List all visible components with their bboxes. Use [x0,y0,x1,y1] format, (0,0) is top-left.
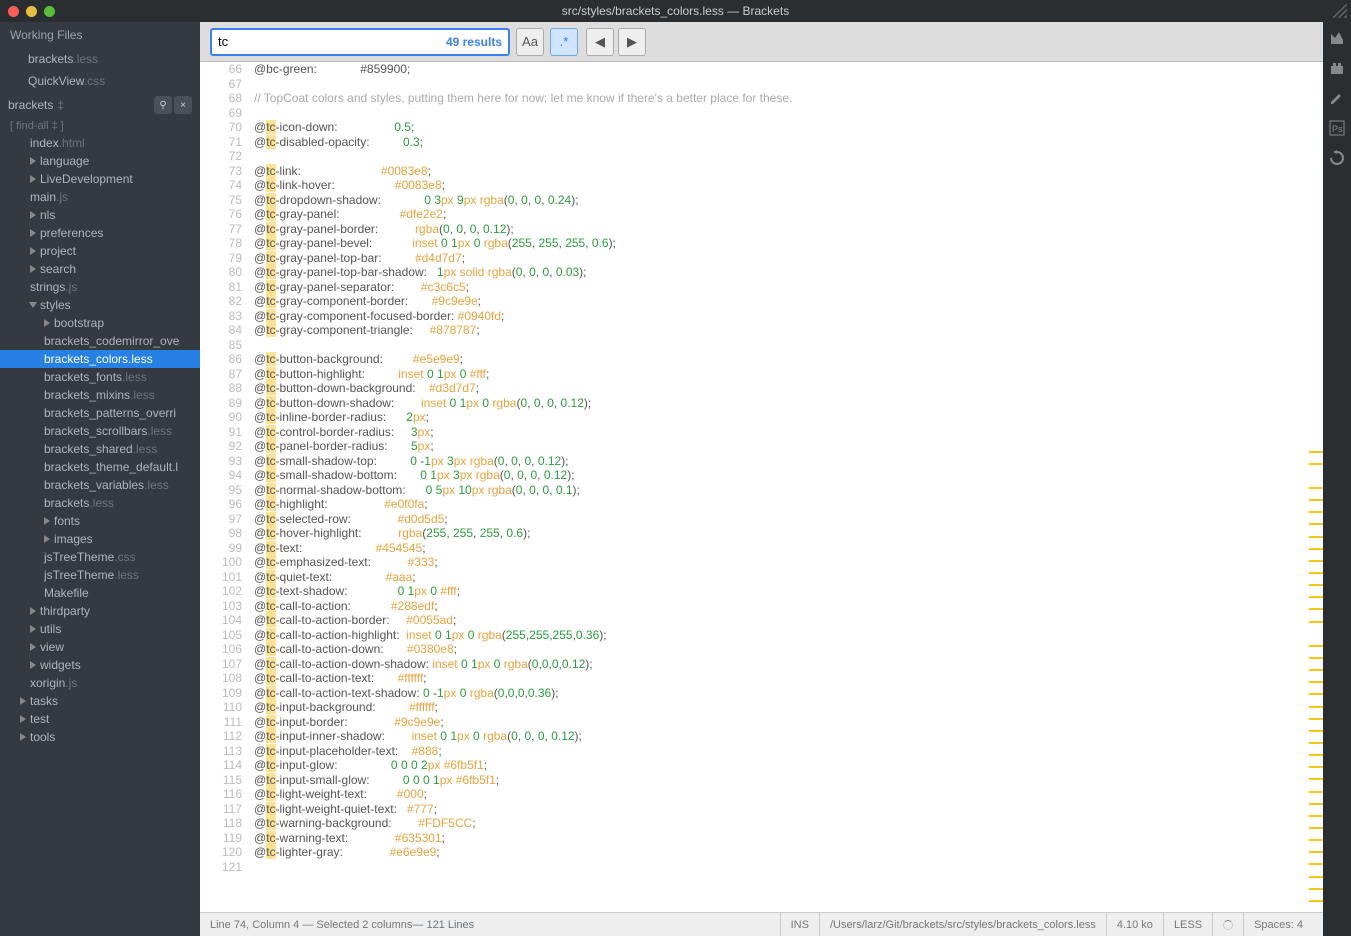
find-result-count: 49 results [446,35,502,49]
tree-file[interactable]: brackets_shared.less [0,440,200,458]
tree-folder[interactable]: LiveDevelopment [0,170,200,188]
tree-folder[interactable]: search [0,260,200,278]
working-file-item[interactable]: QuickView.css [0,70,200,92]
chevron-icon [30,157,36,165]
tree-file[interactable]: brackets_variables.less [0,476,200,494]
edit-icon[interactable] [1327,88,1347,108]
maximize-window-icon[interactable] [44,6,55,17]
code-lines[interactable]: @bc-green: #859900;// TopCoat colors and… [250,62,1323,912]
sidebar: Working Files brackets.lessQuickView.css… [0,22,200,936]
find-input[interactable] [218,34,446,49]
chevron-icon [30,643,36,651]
minimap-ticks[interactable] [1309,62,1323,912]
photoshop-icon[interactable]: Ps [1327,118,1347,138]
chevron-icon [44,319,50,327]
tree-file[interactable]: xorigin.js [0,674,200,692]
tree-file[interactable]: index.html [0,134,200,152]
status-bar: Line 74, Column 4 — Selected 2 columns —… [200,912,1323,936]
tree-folder[interactable]: preferences [0,224,200,242]
tree-file[interactable]: brackets_mixins.less [0,386,200,404]
tree-file[interactable]: brackets_colors.less [0,350,200,368]
svg-text:Ps: Ps [1332,124,1343,134]
chevron-icon [30,175,36,183]
chevron-icon [30,211,36,219]
code-area[interactable]: 6667686970717273747576777879808182838485… [200,62,1323,912]
titlebar: src/styles/brackets_colors.less — Bracke… [0,0,1351,22]
find-prev-button[interactable]: ◀ [586,28,614,56]
chevron-icon [30,607,36,615]
tree-file[interactable]: Makefile [0,584,200,602]
find-input-wrap: 49 results [210,28,510,56]
file-path: /Users/larz/Git/brackets/src/styles/brac… [819,913,1106,936]
chevron-icon [30,265,36,273]
line-gutter: 6667686970717273747576777879808182838485… [200,62,250,912]
resize-icon [1333,4,1347,18]
file-size: 4.10 ko [1106,913,1163,936]
tree-file[interactable]: strings.js [0,278,200,296]
tree-file[interactable]: brackets.less [0,494,200,512]
close-icon[interactable]: × [174,96,192,114]
language-mode[interactable]: LESS [1163,913,1212,936]
tree-folder[interactable]: images [0,530,200,548]
insert-mode[interactable]: INS [780,913,819,936]
chevron-icon [29,302,37,308]
tree-file[interactable]: jsTreeTheme.css [0,548,200,566]
tree-folder[interactable]: widgets [0,656,200,674]
tree-file[interactable]: jsTreeTheme.less [0,566,200,584]
tree-folder[interactable]: tools [0,728,200,746]
chevron-icon [30,229,36,237]
tree-folder[interactable]: styles [0,296,200,314]
window-title: src/styles/brackets_colors.less — Bracke… [0,4,1351,18]
tree-folder[interactable]: test [0,710,200,728]
tree-folder[interactable]: fonts [0,512,200,530]
tree-file[interactable]: brackets_theme_default.l [0,458,200,476]
chevron-icon [30,247,36,255]
sidebar-filter[interactable]: [ find-all ‡ ] [0,118,200,134]
extensions-icon[interactable] [1327,58,1347,78]
tree-folder[interactable]: thirdparty [0,602,200,620]
chevron-icon [20,715,26,723]
tree-folder[interactable]: view [0,638,200,656]
regex-button[interactable]: .* [550,28,578,56]
file-tree[interactable]: index.htmllanguageLiveDevelopmentmain.js… [0,134,200,936]
right-rail: Ps [1323,22,1351,936]
chevron-icon [20,733,26,741]
editor: 49 results Aa .* ◀ ▶ 6667686970717273747… [200,22,1323,936]
cursor-status: Line 74, Column 4 — Selected 2 columns [210,919,412,931]
tree-folder[interactable]: nls [0,206,200,224]
working-file-item[interactable]: brackets.less [0,48,200,70]
tree-file[interactable]: brackets_fonts.less [0,368,200,386]
search-icon[interactable]: ⚲ [154,96,172,114]
chevron-icon [30,625,36,633]
status-spinner-icon [1212,913,1243,936]
tree-folder[interactable]: bootstrap [0,314,200,332]
chevron-icon [44,517,50,525]
tree-folder[interactable]: tasks [0,692,200,710]
minimize-window-icon[interactable] [26,6,37,17]
tree-file[interactable]: brackets_patterns_overri [0,404,200,422]
chevron-icon [20,697,26,705]
chevron-icon [44,535,50,543]
tree-file[interactable]: brackets_scrollbars.less [0,422,200,440]
chevron-icon [30,661,36,669]
live-preview-icon[interactable] [1327,28,1347,48]
indent-mode[interactable]: Spaces: 4 [1243,913,1313,936]
tree-folder[interactable]: language [0,152,200,170]
match-case-button[interactable]: Aa [516,28,544,56]
close-window-icon[interactable] [8,6,19,17]
project-name[interactable]: brackets [8,98,53,112]
reload-icon[interactable] [1327,148,1347,168]
line-count: — 121 Lines [412,919,474,931]
tree-file[interactable]: main.js [0,188,200,206]
tree-folder[interactable]: utils [0,620,200,638]
find-bar: 49 results Aa .* ◀ ▶ [200,22,1323,62]
tree-folder[interactable]: project [0,242,200,260]
working-files-header: Working Files [0,22,200,48]
find-next-button[interactable]: ▶ [618,28,646,56]
traffic-lights [8,6,55,17]
tree-file[interactable]: brackets_codemirror_ove [0,332,200,350]
